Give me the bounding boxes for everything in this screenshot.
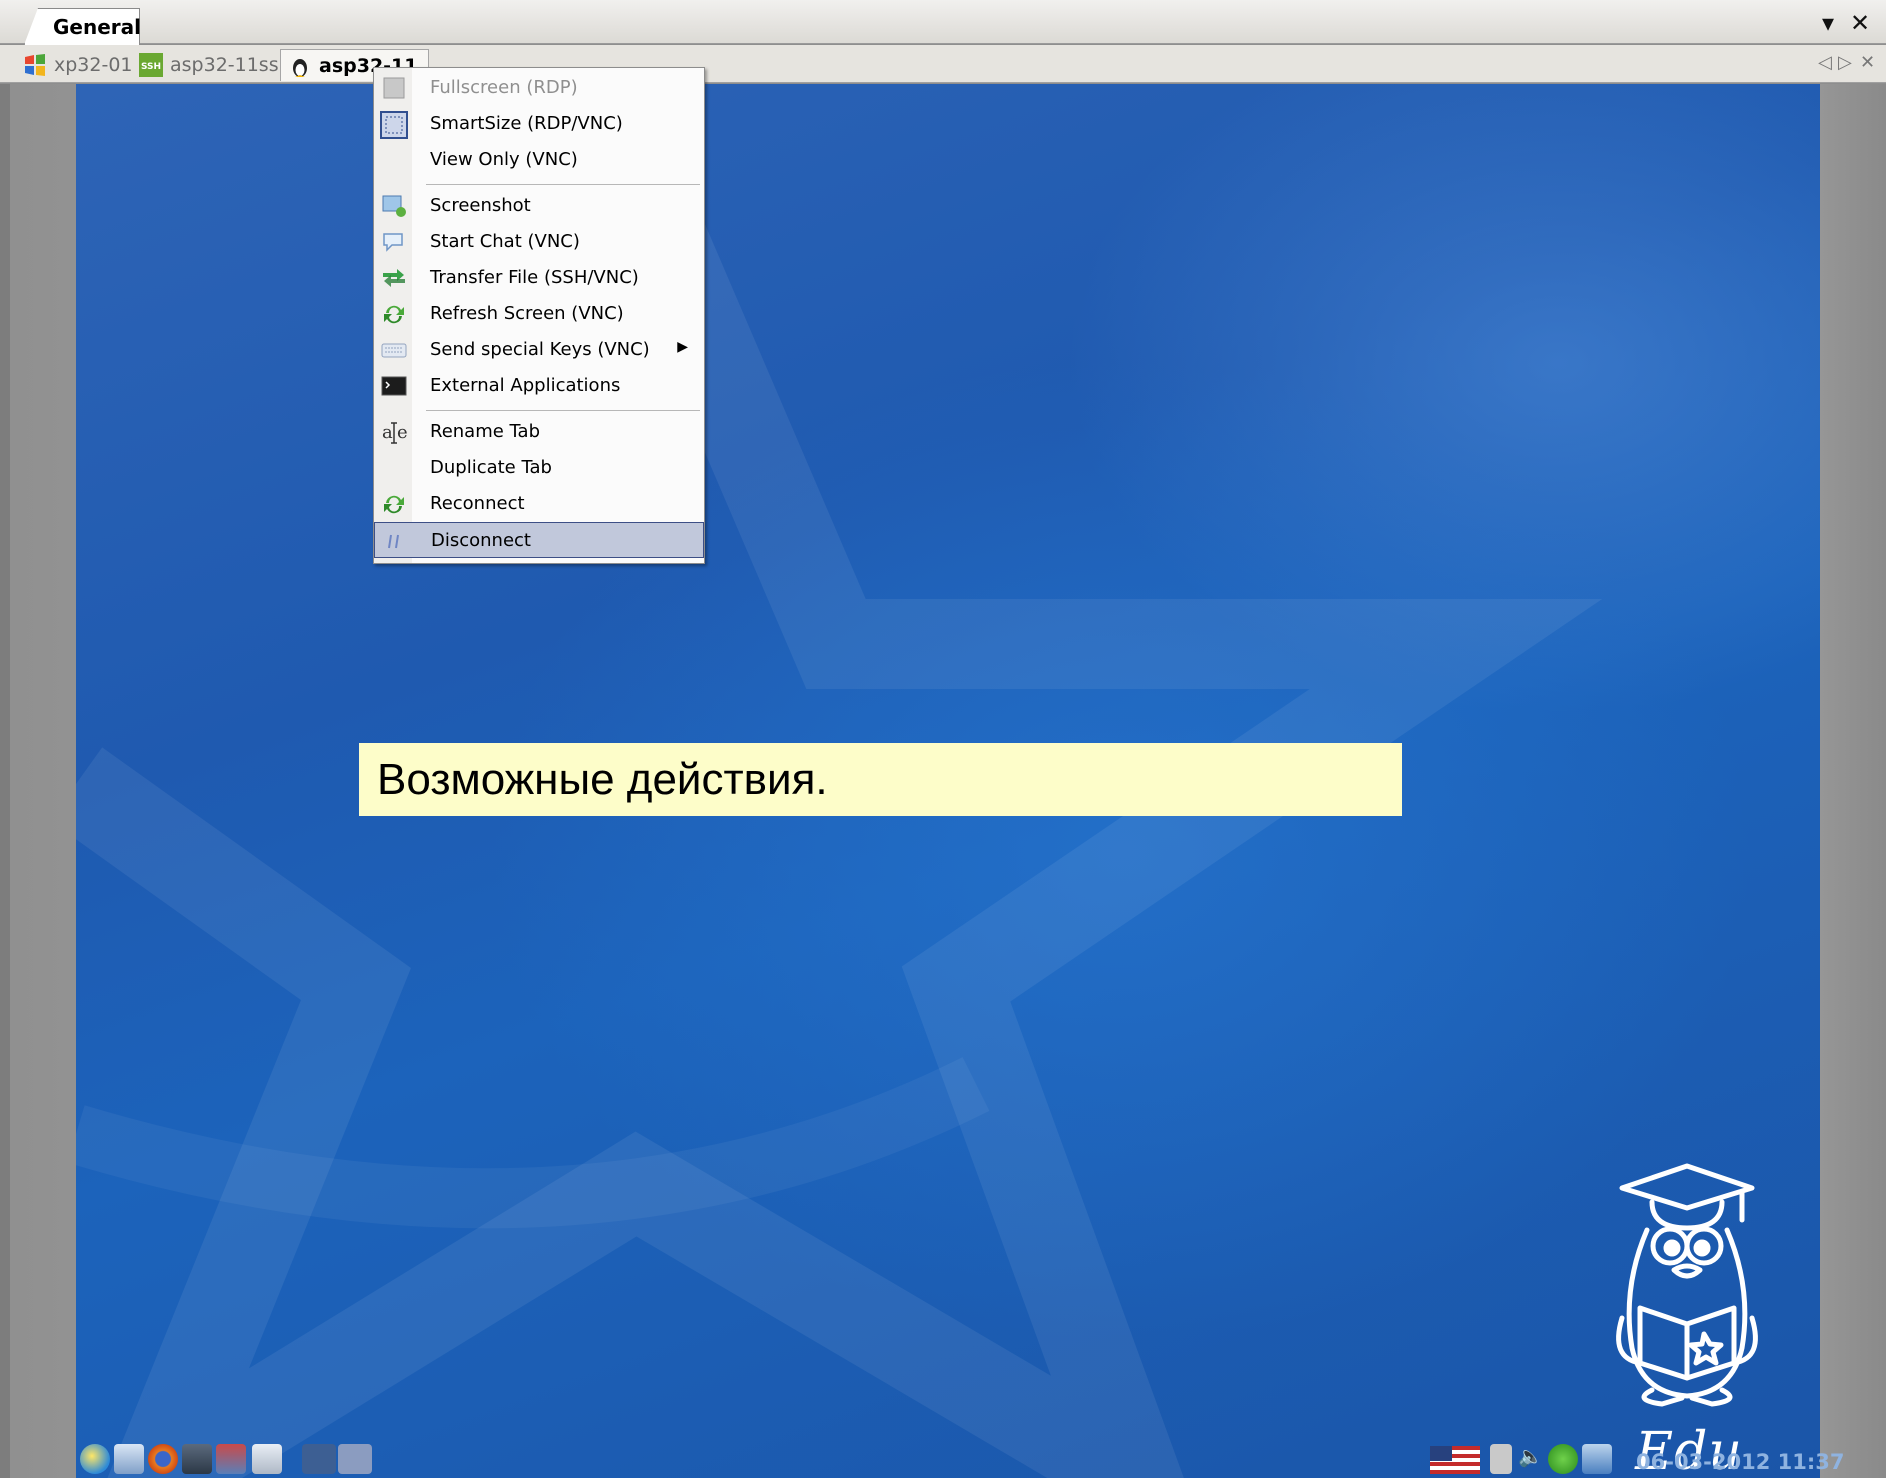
remote-taskbar: 🔈 [76,1440,1820,1478]
menu-item-label: Duplicate Tab [430,457,552,478]
menu-item-label: SmartSize (RDP/VNC) [430,113,623,134]
reconnect-icon [380,491,408,517]
close-tab-icon[interactable]: ✕ [1860,52,1875,73]
workspace-1[interactable] [302,1444,336,1474]
menu-item-label: Start Chat (VNC) [430,231,580,252]
menu-separator [426,184,700,185]
file-manager-icon[interactable] [114,1444,144,1474]
menu-item-label: View Only (VNC) [430,149,578,170]
workspace-2[interactable] [338,1444,372,1474]
menu-item-fullscreen[interactable]: Fullscreen (RDP) [374,70,704,106]
svg-text:SSH: SSH [141,62,161,72]
menu-item-refresh-screen[interactable]: Refresh Screen (VNC) [374,296,704,332]
dropdown-icon[interactable]: ▾ [1822,9,1834,37]
menu-item-external-applications[interactable]: External Applications [374,368,704,404]
linux-tux-icon [287,53,313,79]
fullscreen-icon [380,75,408,101]
connection-tab-strip: xp32-01 SSH asp32-11ssh asp32-11 [0,45,1886,83]
menu-item-duplicate-tab[interactable]: Duplicate Tab [374,450,704,486]
desktop-switch-icon[interactable] [252,1444,282,1474]
rename-icon: ae [380,419,408,445]
menu-item-label: Transfer File (SSH/VNC) [430,267,639,288]
network-status-icon[interactable] [1582,1444,1612,1474]
ssh-icon: SSH [138,52,164,78]
scroll-right-icon[interactable]: ▷ [1838,52,1852,73]
menu-item-label: Refresh Screen (VNC) [430,303,624,324]
menu-item-view-only[interactable]: View Only (VNC) [374,142,704,178]
clipboard-icon[interactable] [1490,1444,1512,1474]
menu-item-smartsize[interactable]: SmartSize (RDP/VNC) [374,106,704,142]
terminal-icon[interactable] [182,1444,212,1474]
terminal-icon [380,373,408,399]
menu-item-label: Screenshot [430,195,531,216]
tab-label: xp32-01 [54,54,133,76]
smartsize-icon [380,111,408,139]
disconnect-icon [381,528,409,554]
close-group-icon[interactable]: ✕ [1850,9,1870,37]
tab-general-label: General [53,15,141,39]
svg-text:e: e [397,422,408,443]
us-flag-icon[interactable] [1430,1446,1480,1474]
taskbar-clock: 06-03-2012 11:37 [1636,1450,1845,1474]
menu-item-screenshot[interactable]: Screenshot [374,188,704,224]
tab-general[interactable]: General [24,8,140,45]
windows-xp-icon [22,52,48,78]
menu-item-start-chat[interactable]: Start Chat (VNC) [374,224,704,260]
menu-item-rename-tab[interactable]: ae Rename Tab [374,414,704,450]
menu-separator [426,410,700,411]
left-frame [0,84,76,1478]
penguin-mascot-icon [1616,1163,1758,1407]
keyboard-icon [380,337,408,363]
menu-item-label: Reconnect [430,493,525,514]
remote-desktop[interactable]: Возможные действия. Edu Mandriva [76,84,1820,1478]
menu-item-send-special-keys[interactable]: Send special Keys (VNC) ▶ [374,332,704,368]
right-frame [1820,84,1886,1478]
network-icon[interactable] [216,1444,246,1474]
scroll-left-icon[interactable]: ◁ [1818,52,1832,73]
menu-item-label: Rename Tab [430,421,541,442]
tab-xp32-01[interactable]: xp32-01 [22,49,146,81]
menu-item-label: Disconnect [431,530,531,551]
caption-banner: Возможные действия. [359,743,1402,816]
firefox-icon[interactable] [148,1444,178,1474]
start-menu-icon[interactable] [80,1444,110,1474]
menu-item-transfer-file[interactable]: Transfer File (SSH/VNC) [374,260,704,296]
tab-label: asp32-11ssh [170,54,291,76]
group-tab-strip: General ▾ ✕ [0,0,1886,45]
volume-icon[interactable]: 🔈 [1518,1444,1543,1474]
chat-icon [380,229,408,255]
submenu-arrow-icon: ▶ [677,339,688,355]
menu-item-label: External Applications [430,375,621,396]
menu-item-disconnect[interactable]: Disconnect [374,522,704,558]
tab-context-menu: Fullscreen (RDP) SmartSize (RDP/VNC) Vie… [373,67,705,564]
info-icon[interactable] [1548,1444,1578,1474]
menu-item-reconnect[interactable]: Reconnect [374,486,704,522]
tab-asp32-11ssh[interactable]: SSH asp32-11ssh [138,49,291,81]
transfer-icon [380,265,408,291]
menu-item-label: Send special Keys (VNC) [430,339,650,360]
screenshot-icon [380,193,408,219]
menu-item-label: Fullscreen (RDP) [430,77,578,98]
refresh-icon [380,301,408,327]
svg-text:a: a [382,422,393,443]
